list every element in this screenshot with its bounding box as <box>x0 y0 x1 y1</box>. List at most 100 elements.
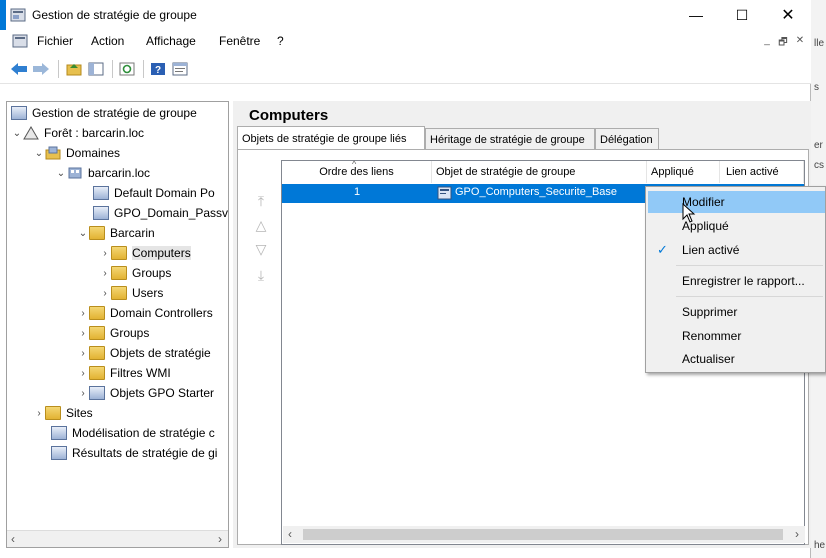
menu-affichage[interactable]: Affichage <box>146 34 196 48</box>
toolbar-separator <box>143 60 144 78</box>
tree-node-label: Domaines <box>66 146 121 160</box>
menu-item-applique[interactable]: Appliqué <box>648 215 825 237</box>
scroll-right-icon[interactable]: › <box>218 532 222 546</box>
list-horizontal-scrollbar[interactable]: ‹ › <box>283 526 805 543</box>
column-header-gpo[interactable]: Objet de stratégie de groupe <box>432 161 647 183</box>
bg-fragment: lle <box>814 38 825 49</box>
refresh-icon[interactable] <box>118 60 136 78</box>
console-tree[interactable]: Gestion de stratégie de groupe ⌄ Forêt :… <box>6 101 229 548</box>
bg-fragment: he <box>814 540 826 551</box>
checkmark-icon: ✓ <box>657 242 668 257</box>
mdi-minimize-button[interactable]: _ <box>760 35 774 49</box>
menu-action[interactable]: Action <box>91 34 124 48</box>
move-bottom-icon[interactable]: ⤓ <box>253 268 269 282</box>
ou-folder-icon <box>111 246 127 260</box>
chevron-right-icon[interactable]: › <box>99 288 111 299</box>
gpmc-icon <box>11 106 27 120</box>
tree-node-sites[interactable]: › Sites <box>33 403 93 423</box>
forward-arrow-icon[interactable] <box>32 60 50 78</box>
chevron-right-icon[interactable]: › <box>77 388 89 399</box>
chevron-right-icon[interactable]: › <box>77 308 89 319</box>
gpo-link-icon <box>93 206 109 220</box>
scrollbar-thumb[interactable] <box>303 529 783 540</box>
tree-node-gpmc-root[interactable]: Gestion de stratégie de groupe <box>11 103 197 123</box>
menu-fichier[interactable]: Fichier <box>37 34 73 48</box>
up-folder-icon[interactable] <box>65 60 83 78</box>
tree-node-computers[interactable]: › Computers <box>99 243 191 263</box>
scroll-right-icon[interactable]: › <box>795 527 799 541</box>
menu-item-supprimer[interactable]: Supprimer <box>648 301 825 323</box>
mdi-close-button[interactable]: ✕ <box>793 35 807 49</box>
tree-node-label: barcarin.loc <box>88 166 151 180</box>
menu-item-label: Renommer <box>682 329 742 343</box>
tree-node-label: Résultats de stratégie de gi <box>72 446 218 460</box>
menu-item-lien-active[interactable]: ✓ Lien activé <box>648 239 825 261</box>
tree-node-groups-barcarin[interactable]: › Groups <box>99 263 171 283</box>
chevron-right-icon[interactable]: › <box>99 268 111 279</box>
column-header-enforced[interactable]: Appliqué <box>647 161 720 183</box>
menu-item-label: Enregistrer le rapport... <box>682 274 805 288</box>
minimize-button[interactable]: — <box>673 0 719 30</box>
close-button[interactable]: ✕ <box>765 0 811 30</box>
bg-fragment: er <box>814 140 823 151</box>
context-menu: Modifier Appliqué ✓ Lien activé Enregist… <box>645 186 826 373</box>
chevron-right-icon[interactable]: › <box>77 368 89 379</box>
column-header-link-enabled[interactable]: Lien activé <box>720 161 804 183</box>
tree-node-label: Barcarin <box>110 226 155 240</box>
tree-horizontal-scrollbar[interactable]: ‹ › <box>7 530 228 547</box>
tree-node-barcarin-ou[interactable]: ⌄ Barcarin <box>77 223 155 243</box>
menu-item-modifier[interactable]: Modifier <box>648 191 825 213</box>
chevron-down-icon[interactable]: ⌄ <box>55 168 67 179</box>
menu-item-actualiser[interactable]: Actualiser <box>648 348 825 370</box>
column-header-label: Ordre des liens <box>319 166 394 178</box>
chevron-right-icon[interactable]: › <box>33 408 45 419</box>
properties-icon[interactable] <box>171 60 189 78</box>
tree-node-users[interactable]: › Users <box>99 283 163 303</box>
tree-node-groups[interactable]: › Groups <box>77 323 149 343</box>
tree-node-starter-gpos[interactable]: › Objets GPO Starter <box>77 383 214 403</box>
menu-item-renommer[interactable]: Renommer <box>648 325 825 347</box>
tree-node-label: Sites <box>66 406 93 420</box>
tree-node-default-domain-policy[interactable]: Default Domain Po <box>93 183 215 203</box>
tree-node-barcarin-loc[interactable]: ⌄ barcarin.loc <box>55 163 150 183</box>
tree-node-wmi-filters[interactable]: › Filtres WMI <box>77 363 171 383</box>
column-header-order[interactable]: Ordre des liens <box>282 161 432 183</box>
tree-node-gpo-domain-password[interactable]: GPO_Domain_Passv <box>93 203 228 223</box>
back-arrow-icon[interactable] <box>10 60 28 78</box>
scroll-left-icon[interactable]: ‹ <box>288 527 292 541</box>
move-down-icon[interactable]: ▽ <box>253 242 269 256</box>
tree-node-domaines[interactable]: ⌄ Domaines <box>33 143 120 163</box>
chevron-right-icon[interactable]: › <box>99 248 111 259</box>
move-up-icon[interactable]: △ <box>253 218 269 232</box>
tree-node-modeling[interactable]: Modélisation de stratégie c <box>51 423 215 443</box>
gpo-icon <box>437 186 453 200</box>
sort-ascending-icon: ^ <box>352 159 357 169</box>
maximize-button[interactable]: ☐ <box>719 0 765 30</box>
tab-linked-gpos[interactable]: Objets de stratégie de groupe liés <box>237 126 425 150</box>
tab-delegation[interactable]: Délégation <box>595 128 659 150</box>
tree-node-forest[interactable]: ⌄ Forêt : barcarin.loc <box>11 123 144 143</box>
chevron-down-icon[interactable]: ⌄ <box>33 148 45 159</box>
move-top-icon[interactable]: ⤒ <box>253 194 269 208</box>
menu-item-enregistrer-rapport[interactable]: Enregistrer le rapport... <box>648 270 825 292</box>
gpmc-app-icon <box>10 8 26 22</box>
chevron-down-icon[interactable]: ⌄ <box>11 128 23 139</box>
chevron-right-icon[interactable]: › <box>77 348 89 359</box>
scroll-left-icon[interactable]: ‹ <box>11 532 15 546</box>
ou-folder-icon <box>89 306 105 320</box>
console-tree-icon[interactable] <box>87 60 105 78</box>
tree-node-gpo-container[interactable]: › Objets de stratégie <box>77 343 211 363</box>
help-icon[interactable]: ? <box>149 60 167 78</box>
gpo-container-icon <box>89 346 105 360</box>
chevron-right-icon[interactable]: › <box>77 328 89 339</box>
tree-node-label: Groups <box>110 326 150 340</box>
ou-folder-icon <box>89 226 105 240</box>
menu-help[interactable]: ? <box>277 34 284 48</box>
tree-node-results[interactable]: Résultats de stratégie de gi <box>51 443 217 463</box>
tree-node-domain-controllers[interactable]: › Domain Controllers <box>77 303 213 323</box>
tree-node-label: Users <box>132 286 164 300</box>
menu-fenetre[interactable]: Fenêtre <box>219 34 260 48</box>
tab-inheritance[interactable]: Héritage de stratégie de groupe <box>425 128 595 150</box>
mdi-restore-button[interactable]: 🗗 <box>776 35 790 49</box>
chevron-down-icon[interactable]: ⌄ <box>77 228 89 239</box>
